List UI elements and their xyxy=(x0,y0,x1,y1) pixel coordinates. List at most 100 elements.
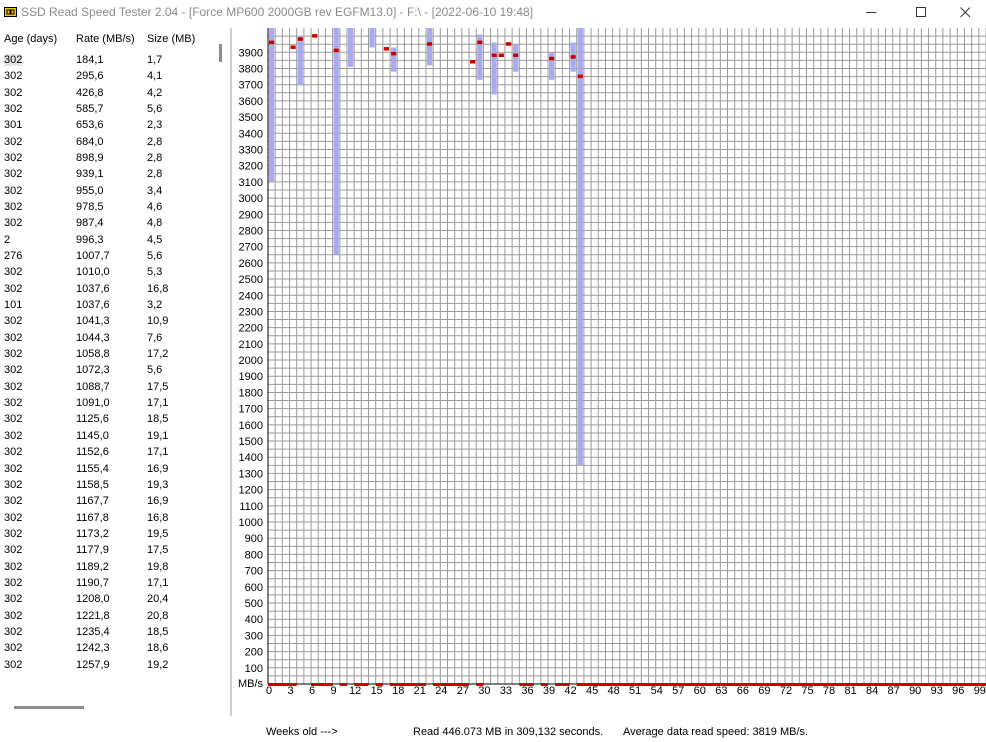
table-row[interactable]: 302 1010,0 5,3 xyxy=(0,264,214,280)
x-tick-label: 27 xyxy=(457,685,469,697)
rate-cell: 295,6 xyxy=(76,70,104,83)
table-row[interactable]: 301 653,6 2,3 xyxy=(0,117,214,133)
list-vertical-scrollbar[interactable] xyxy=(219,44,222,62)
table-row[interactable]: 302 1177,9 17,5 xyxy=(0,542,214,558)
y-tick-label: 100 xyxy=(245,663,263,675)
baseline-mark xyxy=(555,683,563,686)
size-cell: 18,5 xyxy=(147,625,169,638)
average-speed-mark xyxy=(477,40,483,45)
table-row[interactable]: 302 978,5 4,6 xyxy=(0,199,214,215)
table-row[interactable]: 302 939,1 2,8 xyxy=(0,166,214,182)
maximize-button[interactable] xyxy=(898,0,944,24)
age-cell: 302 xyxy=(4,70,23,83)
table-row[interactable]: 302 1158,5 19,3 xyxy=(0,477,214,493)
table-row[interactable]: 302 1208,0 20,4 xyxy=(0,591,214,607)
x-tick-label: 3 xyxy=(287,685,293,697)
table-row[interactable]: 302 184,1 1,7 xyxy=(0,52,214,68)
age-cell: 302 xyxy=(4,658,23,671)
size-cell: 20,4 xyxy=(147,593,169,606)
size-cell: 5,6 xyxy=(147,250,163,263)
list-horizontal-scrollbar[interactable] xyxy=(14,706,84,709)
title-bar[interactable]: SSD Read Speed Tester 2.04 - [Force MP60… xyxy=(0,0,986,24)
table-row[interactable]: 302 987,4 4,8 xyxy=(0,215,214,231)
size-cell: 2,8 xyxy=(147,135,163,148)
average-speed-mark xyxy=(505,42,512,46)
column-header-rate[interactable]: Rate (MB/s) xyxy=(76,33,135,45)
table-row[interactable]: 302 1190,7 17,1 xyxy=(0,575,214,591)
size-cell: 5,6 xyxy=(147,364,163,377)
baseline-mark xyxy=(662,683,671,686)
age-cell: 302 xyxy=(4,152,23,165)
table-row[interactable]: 302 1235,4 18,5 xyxy=(0,624,214,640)
size-cell: 5,3 xyxy=(147,266,163,279)
x-tick-label: 54 xyxy=(651,685,663,697)
y-tick-label: 1200 xyxy=(239,485,263,497)
table-row[interactable]: 302 684,0 2,8 xyxy=(0,134,214,150)
table-row[interactable]: 302 1173,2 19,5 xyxy=(0,526,214,542)
table-row[interactable]: 302 1242,3 18,6 xyxy=(0,640,214,656)
table-row[interactable]: 302 585,7 5,6 xyxy=(0,101,214,117)
table-row[interactable]: 302 1125,6 18,5 xyxy=(0,411,214,427)
table-row[interactable]: 302 1041,3 10,9 xyxy=(0,313,214,329)
x-tick-label: 75 xyxy=(801,685,813,697)
age-cell: 302 xyxy=(4,429,23,442)
baseline-mark xyxy=(835,683,843,686)
size-cell: 3,4 xyxy=(147,184,163,197)
baseline-mark xyxy=(339,683,347,686)
size-cell: 4,6 xyxy=(147,201,163,214)
average-speed-mark xyxy=(383,47,390,51)
baseline-mark xyxy=(619,683,627,686)
file-list-panel[interactable]: Age (days) Rate (MB/s) Size (MB) 302 184,… xyxy=(0,28,214,700)
y-tick-label: 1700 xyxy=(239,404,263,416)
speed-chart-area: 100 200 300 400 500 600 700 800 900 1000 1100 1200 1… xyxy=(232,28,986,738)
average-speed-mark xyxy=(470,60,476,64)
table-row[interactable]: 101 1037,6 3,2 xyxy=(0,297,214,313)
rate-cell: 1257,9 xyxy=(76,658,110,671)
table-row[interactable]: 302 1145,0 19,1 xyxy=(0,428,214,444)
table-row[interactable]: 302 1189,2 19,8 xyxy=(0,559,214,575)
age-cell: 302 xyxy=(4,201,23,214)
table-row[interactable]: 276 1007,7 5,6 xyxy=(0,248,214,264)
table-row[interactable]: 302 1221,8 20,8 xyxy=(0,608,214,624)
table-row[interactable]: 302 426,8 4,2 xyxy=(0,85,214,101)
column-header-age[interactable]: Age (days) xyxy=(4,33,57,45)
y-tick-label: 3900 xyxy=(239,47,263,59)
rate-cell: 1221,8 xyxy=(76,609,110,622)
rate-cell: 1058,8 xyxy=(76,348,110,361)
table-row[interactable]: 302 1058,8 17,2 xyxy=(0,346,214,362)
rate-cell: 996,3 xyxy=(76,233,104,246)
table-row[interactable]: 302 1044,3 7,6 xyxy=(0,330,214,346)
size-cell: 2,3 xyxy=(147,119,163,132)
size-cell: 17,5 xyxy=(147,544,169,557)
table-row[interactable]: 302 1257,9 19,2 xyxy=(0,657,214,673)
table-row[interactable]: 302 1037,6 16,8 xyxy=(0,281,214,297)
size-cell: 17,5 xyxy=(147,380,169,393)
x-tick-label: 96 xyxy=(952,685,964,697)
table-row[interactable]: 2 996,3 4,5 xyxy=(0,232,214,248)
table-row[interactable]: 302 1088,7 17,5 xyxy=(0,379,214,395)
y-tick-label: 1800 xyxy=(239,387,263,399)
y-tick-label: 900 xyxy=(245,533,263,545)
speed-range-bar xyxy=(297,36,303,85)
speed-range-bar xyxy=(391,47,397,72)
table-row[interactable]: 302 1155,4 16,9 xyxy=(0,461,214,477)
close-button[interactable] xyxy=(942,0,986,24)
baseline-mark xyxy=(318,683,326,686)
age-cell: 276 xyxy=(4,250,23,263)
table-row[interactable]: 302 1167,7 16,9 xyxy=(0,493,214,509)
table-row[interactable]: 302 955,0 3,4 xyxy=(0,183,214,199)
table-row[interactable]: 302 1091,0 17,1 xyxy=(0,395,214,411)
table-row[interactable]: 302 1167,8 16,8 xyxy=(0,510,214,526)
table-row[interactable]: 302 1072,3 5,6 xyxy=(0,362,214,378)
size-cell: 2,8 xyxy=(147,152,163,165)
table-row[interactable]: 302 1152,6 17,1 xyxy=(0,444,214,460)
column-header-size[interactable]: Size (MB) xyxy=(147,33,195,45)
minimize-button[interactable] xyxy=(848,0,894,24)
table-row[interactable]: 302 295,6 4,1 xyxy=(0,68,214,84)
x-tick-label: 24 xyxy=(435,685,447,697)
table-row[interactable]: 302 898,9 2,8 xyxy=(0,150,214,166)
speed-range-bar xyxy=(513,44,519,72)
size-cell: 7,6 xyxy=(147,331,163,344)
baseline-mark xyxy=(942,683,951,686)
y-tick-label: 2100 xyxy=(239,339,263,351)
